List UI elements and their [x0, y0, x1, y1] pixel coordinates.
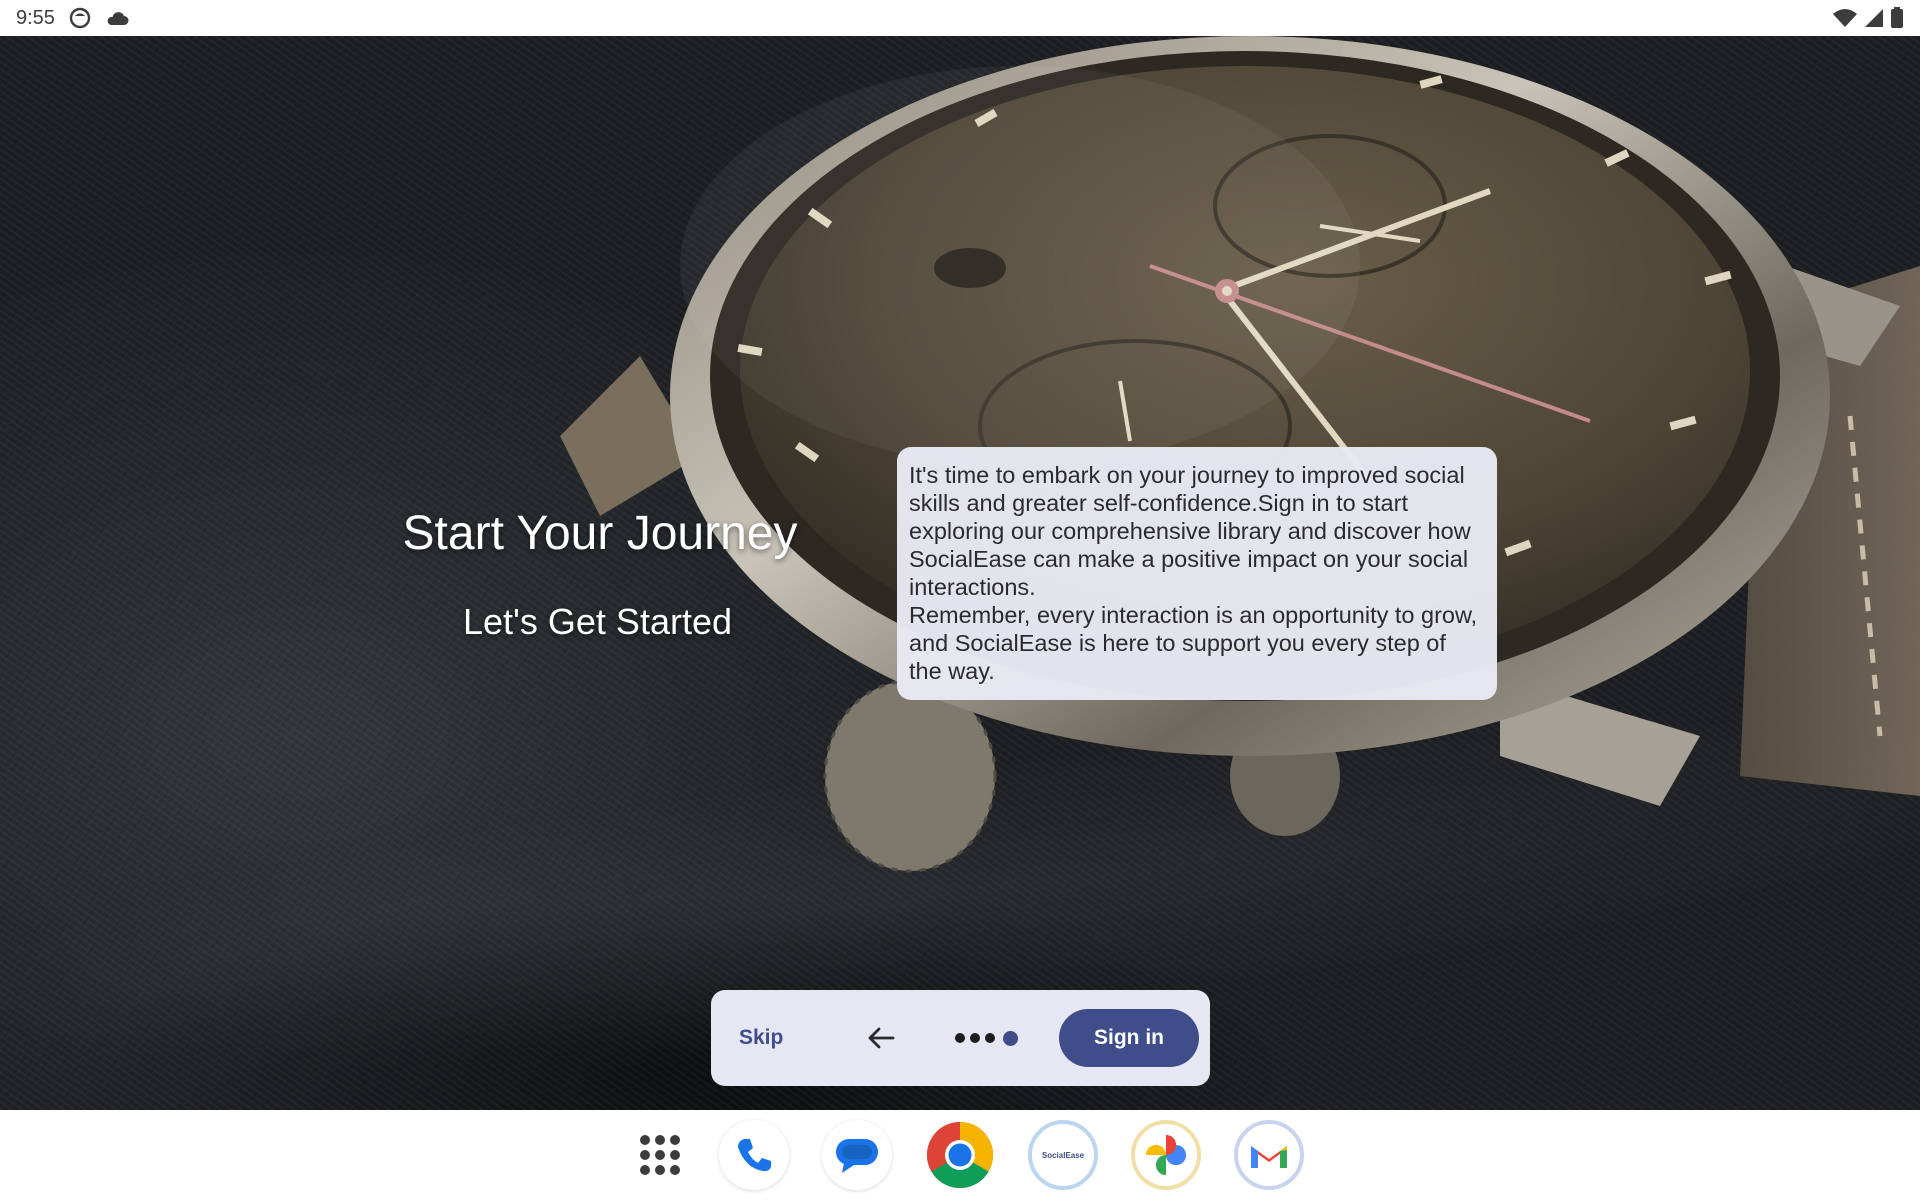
phone-app-icon[interactable] — [719, 1120, 789, 1190]
message-paragraph-1: It's time to embark on your journey to i… — [909, 462, 1471, 600]
messages-app-icon[interactable] — [822, 1120, 892, 1190]
page-dot — [955, 1033, 965, 1043]
photos-app-icon[interactable] — [1131, 1120, 1201, 1190]
onboarding-message-card: It's time to embark on your journey to i… — [897, 447, 1497, 700]
page-dot-active — [1003, 1030, 1018, 1046]
app-drawer-icon[interactable] — [625, 1120, 695, 1190]
status-time: 9:55 — [16, 6, 55, 29]
notification-app-icon — [69, 7, 91, 29]
gmail-app-icon[interactable] — [1234, 1120, 1304, 1190]
onboarding-subtitle: Let's Get Started — [462, 601, 732, 642]
back-button[interactable] — [859, 1016, 903, 1060]
arrow-left-icon — [868, 1027, 895, 1049]
page-dot — [970, 1033, 980, 1043]
page-dot — [985, 1033, 995, 1043]
onboarding-navigation-bar: Skip Sign in — [711, 990, 1210, 1086]
cellular-signal-icon — [1864, 8, 1884, 28]
chrome-app-icon[interactable] — [925, 1120, 995, 1190]
skip-button[interactable]: Skip — [729, 1017, 809, 1059]
wifi-icon — [1832, 8, 1858, 28]
onboarding-title: Start Your Journey — [402, 507, 798, 560]
message-paragraph-2: Remember, every interaction is an opport… — [909, 602, 1478, 684]
taskbar: SocialEase — [0, 1110, 1920, 1200]
socialease-app-icon[interactable]: SocialEase — [1028, 1120, 1098, 1190]
page-indicator — [955, 1030, 1018, 1046]
sign-in-button[interactable]: Sign in — [1059, 1009, 1199, 1067]
status-bar: 9:55 — [0, 0, 1920, 36]
cloud-icon — [105, 9, 129, 27]
battery-icon — [1890, 7, 1904, 29]
socialease-icon-label: SocialEase — [1041, 1150, 1085, 1160]
